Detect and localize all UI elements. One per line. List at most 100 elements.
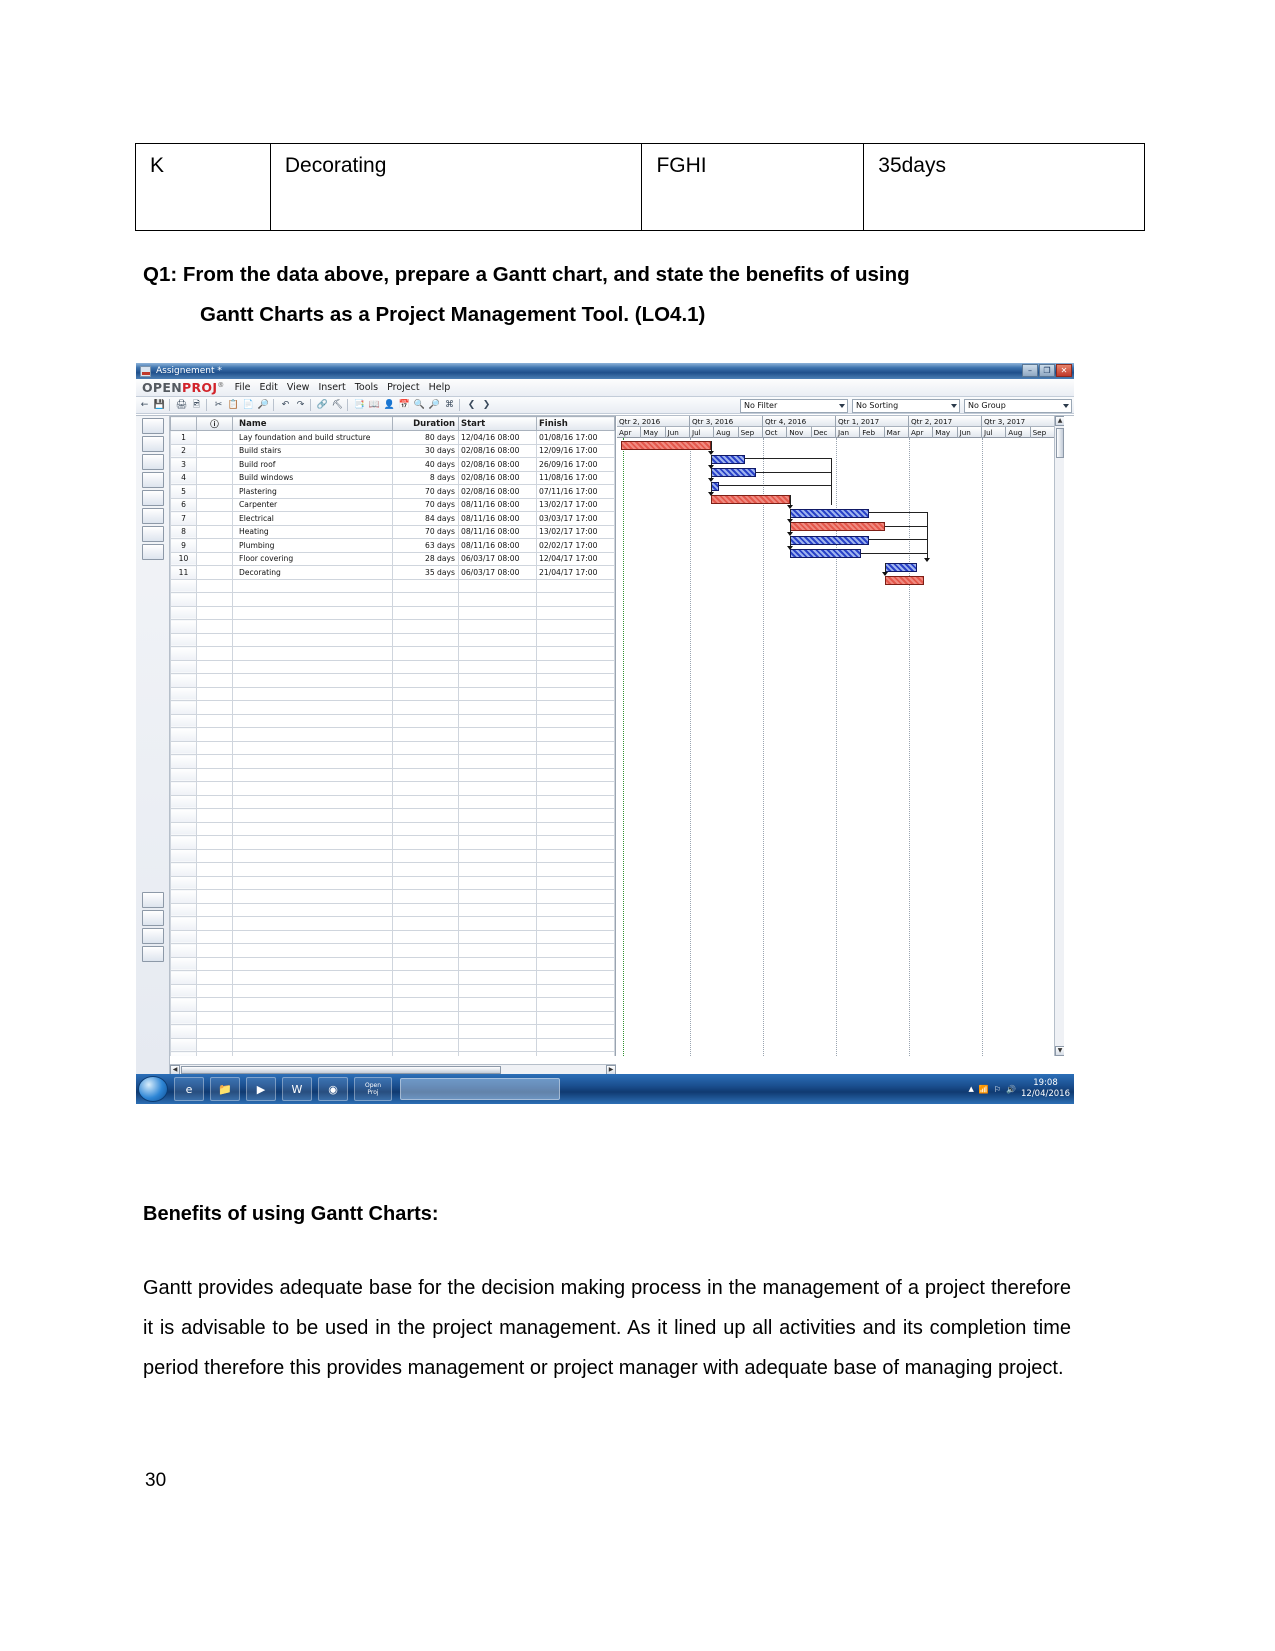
scroll-down-icon[interactable]: ▼ — [1055, 1046, 1064, 1056]
table-row[interactable] — [170, 1037, 615, 1052]
histogram-icon[interactable] — [141, 892, 164, 908]
projects-icon[interactable] — [141, 928, 164, 944]
vertical-scroll-thumb[interactable] — [1056, 428, 1064, 458]
table-row[interactable] — [170, 1051, 615, 1056]
column-header-indicator[interactable]: ⓘ — [196, 416, 233, 431]
internet-explorer-icon[interactable]: e — [174, 1077, 204, 1101]
row-name[interactable] — [232, 956, 393, 971]
row-name[interactable] — [232, 727, 393, 742]
row-name[interactable] — [232, 781, 393, 796]
row-duration[interactable] — [392, 821, 459, 836]
action-center-icon[interactable]: ⚐ — [994, 1085, 1001, 1094]
row-finish[interactable] — [536, 592, 615, 607]
gantt-bar-lay-foundation[interactable] — [621, 441, 711, 450]
row-name[interactable] — [232, 1024, 393, 1039]
task-usage-icon[interactable] — [141, 454, 164, 470]
row-finish[interactable] — [536, 970, 615, 985]
row-start[interactable]: 08/11/16 08:00 — [458, 511, 537, 526]
row-name[interactable] — [232, 713, 393, 728]
cut-icon[interactable]: ✂ — [212, 399, 225, 412]
row-name[interactable] — [232, 740, 393, 755]
back-icon[interactable]: ← — [138, 399, 151, 412]
prev-icon[interactable]: ❮ — [465, 399, 478, 412]
row-start[interactable] — [458, 835, 537, 850]
row-name[interactable] — [232, 632, 393, 647]
table-row[interactable] — [170, 794, 615, 809]
gantt-bar-plastering[interactable] — [711, 495, 790, 504]
row-name[interactable] — [232, 875, 393, 890]
row-start[interactable] — [458, 740, 537, 755]
row-name[interactable] — [232, 835, 393, 850]
table-row[interactable]: 9 Plumbing 63 days 08/11/16 08:00 02/02/17 1… — [170, 538, 615, 553]
row-name[interactable] — [232, 929, 393, 944]
redo-icon[interactable]: ↷ — [294, 399, 307, 412]
row-start[interactable] — [458, 659, 537, 674]
row-start[interactable] — [458, 848, 537, 863]
row-start[interactable] — [458, 808, 537, 823]
row-predecessors[interactable] — [614, 578, 615, 593]
row-start[interactable] — [458, 902, 537, 917]
filter-dropdown[interactable]: No Filter — [740, 398, 848, 413]
row-finish[interactable] — [536, 646, 615, 661]
menu-item-project[interactable]: Project — [387, 382, 420, 393]
row-finish[interactable] — [536, 727, 615, 742]
group-dropdown[interactable]: No Group — [964, 398, 1072, 413]
row-duration[interactable]: 30 days — [392, 443, 459, 458]
row-predecessors[interactable]: 1 — [614, 470, 615, 485]
table-row[interactable] — [170, 970, 615, 985]
gantt-bar-build-windows[interactable] — [711, 481, 719, 491]
row-predecessors[interactable] — [614, 956, 615, 971]
explorer-icon[interactable]: 📁 — [210, 1077, 240, 1101]
row-duration[interactable] — [392, 646, 459, 661]
menu-item-file[interactable]: File — [235, 382, 251, 393]
row-start[interactable] — [458, 605, 537, 620]
row-predecessors[interactable] — [614, 916, 615, 931]
table-row[interactable] — [170, 578, 615, 593]
row-name[interactable] — [232, 862, 393, 877]
table-row[interactable]: 7 Electrical 84 days 08/11/16 08:00 03/03/17… — [170, 511, 615, 526]
gantt-bar-plumbing[interactable] — [790, 549, 861, 558]
row-name[interactable] — [232, 619, 393, 634]
table-row[interactable] — [170, 875, 615, 890]
row-duration[interactable] — [392, 605, 459, 620]
row-finish[interactable] — [536, 848, 615, 863]
row-start[interactable]: 06/03/17 08:00 — [458, 551, 537, 566]
row-duration[interactable] — [392, 970, 459, 985]
task-grid-panel[interactable]: ⓘ Name Duration Start Finish Predec... 1… — [170, 416, 616, 1056]
row-start[interactable] — [458, 956, 537, 971]
calendar-icon[interactable]: 📅 — [398, 399, 411, 412]
network-view-icon[interactable] — [141, 436, 164, 452]
row-start[interactable] — [458, 1037, 537, 1052]
row-name[interactable] — [232, 848, 393, 863]
table-row[interactable] — [170, 767, 615, 782]
row-predecessors[interactable]: 1 — [614, 457, 615, 472]
resource-usage-icon[interactable] — [141, 544, 164, 560]
row-start[interactable] — [458, 619, 537, 634]
table-row[interactable] — [170, 700, 615, 715]
table-row[interactable]: 5 Plastering 70 days 02/08/16 08:00 07/11/16… — [170, 484, 615, 499]
row-start[interactable] — [458, 862, 537, 877]
menu-item-view[interactable]: View — [287, 382, 310, 393]
menu-item-insert[interactable]: Insert — [318, 382, 345, 393]
table-row[interactable]: 11 Decorating 35 days 06/03/17 08:00 21/04/1… — [170, 565, 615, 580]
row-name[interactable] — [232, 659, 393, 674]
row-duration[interactable] — [392, 619, 459, 634]
row-name[interactable]: Plastering — [232, 484, 393, 499]
horizontal-scroll-thumb[interactable] — [181, 1066, 501, 1074]
find-icon[interactable]: 🔎 — [257, 399, 270, 412]
table-row[interactable] — [170, 740, 615, 755]
menu-item-help[interactable]: Help — [429, 382, 451, 393]
row-name[interactable] — [232, 673, 393, 688]
row-predecessors[interactable] — [614, 983, 615, 998]
row-duration[interactable] — [392, 1024, 459, 1039]
table-row[interactable] — [170, 686, 615, 701]
row-duration[interactable] — [392, 997, 459, 1012]
row-predecessors[interactable] — [614, 875, 615, 890]
print-icon[interactable]: 🖨 — [175, 399, 188, 412]
row-finish[interactable] — [536, 862, 615, 877]
row-duration[interactable] — [392, 686, 459, 701]
row-finish[interactable] — [536, 578, 615, 593]
row-predecessors[interactable] — [614, 835, 615, 850]
row-finish[interactable]: 03/03/17 17:00 — [536, 511, 615, 526]
row-name[interactable]: Build roof — [232, 457, 393, 472]
